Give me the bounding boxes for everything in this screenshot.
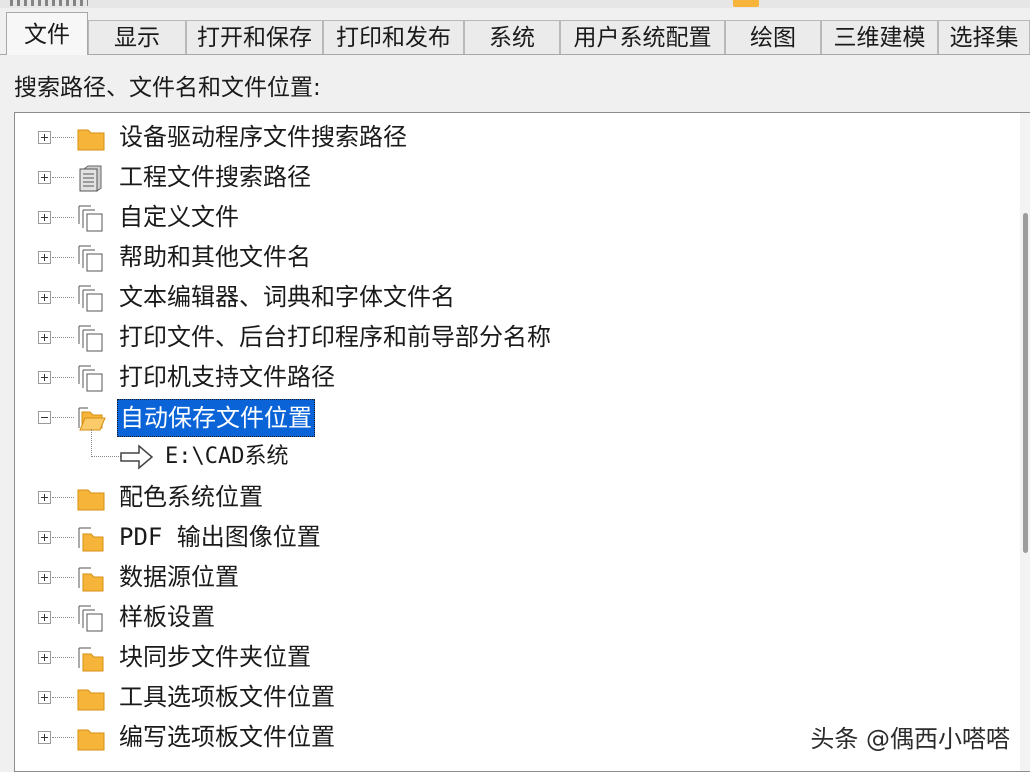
folder-icon	[77, 129, 105, 151]
tree-connector	[52, 417, 74, 418]
tree-item-label: 数据源位置	[119, 563, 239, 591]
tree-connector	[52, 177, 74, 178]
tree-item-label: 工具选项板文件位置	[119, 683, 335, 711]
tree-connector	[52, 577, 74, 578]
multi-page-icon	[78, 365, 103, 392]
tree-item-autosave-location[interactable]: 自动保存文件位置	[15, 397, 1015, 437]
expand-icon[interactable]	[38, 251, 51, 264]
expand-icon[interactable]	[38, 211, 51, 224]
tab-selection[interactable]: 选择集	[938, 20, 1030, 54]
multi-page-icon	[78, 325, 103, 352]
expand-icon[interactable]	[38, 571, 51, 584]
tree-connector	[91, 456, 121, 457]
tree-connector	[52, 497, 74, 498]
folder-icon	[77, 689, 105, 711]
tree-item-label: 帮助和其他文件名	[119, 243, 311, 271]
tree-item-project-paths[interactable]: 工程文件搜索路径	[15, 157, 1015, 197]
page-folder-icon	[78, 567, 104, 592]
tree-item-label-selected: 自动保存文件位置	[117, 399, 315, 437]
watermark-text: 头条 @偶西小嗒嗒	[810, 725, 1010, 753]
tab-drafting[interactable]: 绘图	[725, 20, 821, 54]
tree-item-pdf-image-location[interactable]: PDF 输出图像位置	[15, 517, 1015, 557]
tree-item-help-files[interactable]: 帮助和其他文件名	[15, 237, 1015, 277]
page-folder-icon	[78, 647, 104, 672]
scrollbar-thumb[interactable]	[1023, 213, 1028, 553]
tab-bar: 文件 显示 打开和保存 打印和发布 系统 用户系统配置 绘图 三维建模 选择集	[0, 8, 1030, 55]
multi-page-icon	[78, 285, 103, 312]
expand-icon[interactable]	[38, 531, 51, 544]
tab-open-save[interactable]: 打开和保存	[186, 20, 323, 54]
folder-icon	[77, 489, 105, 511]
search-paths-tree[interactable]: 设备驱动程序文件搜索路径 工程文件搜索路径 自定义文件 帮助和其他文件名 文本编…	[14, 112, 1030, 772]
tree-item-template-settings[interactable]: 样板设置	[15, 597, 1015, 637]
tree-item-text-editor-files[interactable]: 文本编辑器、词典和字体文件名	[15, 277, 1015, 317]
multi-page-icon	[78, 605, 103, 632]
tree-connector	[52, 617, 74, 618]
tree-connector	[52, 337, 74, 338]
tree-connector	[52, 537, 74, 538]
tree-item-label: 配色系统位置	[119, 483, 263, 511]
tree-connector	[52, 297, 74, 298]
page-folder-icon	[78, 527, 104, 552]
vertical-scrollbar[interactable]	[1020, 113, 1030, 771]
tree-connector	[52, 697, 74, 698]
tree-item-tool-palettes-location[interactable]: 工具选项板文件位置	[15, 677, 1015, 717]
tree-item-printer-support-paths[interactable]: 打印机支持文件路径	[15, 357, 1015, 397]
expand-icon[interactable]	[38, 291, 51, 304]
search-paths-heading: 搜索路径、文件名和文件位置:	[14, 75, 321, 101]
tree-item-label: 文本编辑器、词典和字体文件名	[119, 283, 455, 311]
expand-icon[interactable]	[38, 131, 51, 144]
tab-display[interactable]: 显示	[88, 20, 186, 54]
tree-connector	[52, 377, 74, 378]
expand-icon[interactable]	[38, 331, 51, 344]
tree-item-label: 编写选项板文件位置	[119, 723, 335, 751]
tree-item-label: 样板设置	[119, 603, 215, 631]
multi-page-icon	[78, 205, 103, 232]
collapse-icon[interactable]	[38, 411, 51, 424]
expand-icon[interactable]	[38, 371, 51, 384]
tree-item-data-sources-location[interactable]: 数据源位置	[15, 557, 1015, 597]
tab-plot-publish[interactable]: 打印和发布	[323, 20, 464, 54]
tab-user-preferences[interactable]: 用户系统配置	[560, 20, 725, 54]
folder-icon	[733, 0, 759, 7]
expand-icon[interactable]	[38, 731, 51, 744]
multi-page-icon	[78, 245, 103, 272]
tree-item-label: 自定义文件	[119, 203, 239, 231]
expand-icon[interactable]	[38, 171, 51, 184]
tab-system[interactable]: 系统	[464, 20, 560, 54]
tab-3d-modeling[interactable]: 三维建模	[821, 20, 938, 54]
tree-item-label: 工程文件搜索路径	[119, 163, 311, 191]
tree-item-label: PDF 输出图像位置	[119, 523, 321, 551]
title-bar-remnant	[0, 0, 1030, 8]
autosave-path-value: E:\CAD系统	[165, 444, 289, 469]
tree-item-label: 打印机支持文件路径	[119, 363, 335, 391]
folder-icon	[77, 729, 105, 751]
tree-item-label: 设备驱动程序文件搜索路径	[119, 123, 407, 151]
tree-item-device-driver-paths[interactable]: 设备驱动程序文件搜索路径	[15, 117, 1015, 157]
tree-connector	[52, 217, 74, 218]
tree-item-customization-files[interactable]: 自定义文件	[15, 197, 1015, 237]
tree-item-label: 块同步文件夹位置	[119, 643, 311, 671]
tree-connector	[52, 257, 74, 258]
tree-item-color-book-locations[interactable]: 配色系统位置	[15, 477, 1015, 517]
expand-icon[interactable]	[38, 491, 51, 504]
window-title-fragment	[10, 0, 88, 6]
expand-icon[interactable]	[38, 651, 51, 664]
tree-connector	[52, 137, 74, 138]
tree-connector	[52, 657, 74, 658]
expand-icon[interactable]	[38, 691, 51, 704]
tree-item-plot-files[interactable]: 打印文件、后台打印程序和前导部分名称	[15, 317, 1015, 357]
expand-icon[interactable]	[38, 611, 51, 624]
arrow-right-icon	[120, 444, 154, 470]
tree-connector	[52, 737, 74, 738]
cabinet-icon	[79, 165, 102, 192]
tree-item-label: 打印文件、后台打印程序和前导部分名称	[119, 323, 551, 351]
tab-files[interactable]: 文件	[6, 12, 88, 55]
tree-item-block-sync-folder[interactable]: 块同步文件夹位置	[15, 637, 1015, 677]
